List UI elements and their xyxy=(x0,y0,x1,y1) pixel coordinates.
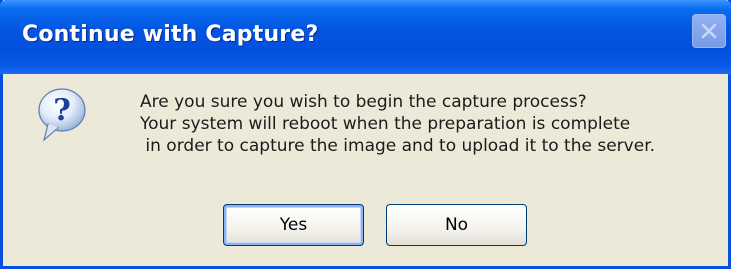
message-line-3: in order to capture the image and to upl… xyxy=(140,136,656,156)
title-bar[interactable]: Continue with Capture? xyxy=(0,0,731,74)
dialog-message: Are you sure you wish to begin the captu… xyxy=(140,91,655,157)
message-line-2: Your system will reboot when the prepara… xyxy=(140,114,631,134)
close-icon xyxy=(701,23,717,39)
yes-button[interactable]: Yes xyxy=(223,204,364,246)
message-line-1: Are you sure you wish to begin the captu… xyxy=(140,92,587,112)
svg-text:?: ? xyxy=(53,93,71,128)
dialog-title: Continue with Capture? xyxy=(22,22,319,47)
dialog-content: ? Are you sure you wish to begin the cap… xyxy=(3,74,728,266)
close-button[interactable] xyxy=(692,14,726,48)
question-icon: ? xyxy=(38,88,86,142)
dialog-window: Continue with Capture? ? Are you sure yo… xyxy=(0,0,731,269)
no-button[interactable]: No xyxy=(386,204,527,246)
